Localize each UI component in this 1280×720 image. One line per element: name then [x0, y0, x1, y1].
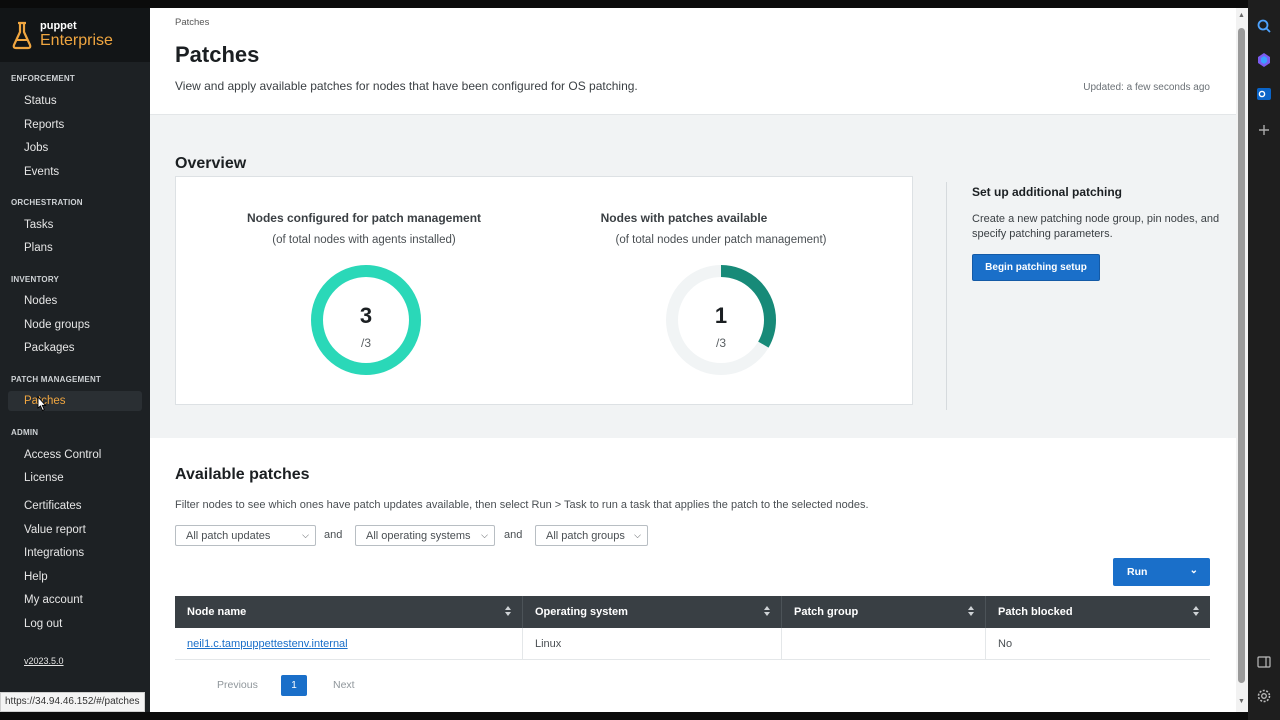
section-admin: ADMIN [11, 428, 39, 437]
column-patch-blocked-label: Patch blocked [998, 606, 1073, 618]
chevron-down-icon: ⌵ [481, 530, 488, 540]
sort-icon [968, 606, 974, 616]
column-node-name[interactable]: Node name [175, 596, 523, 628]
search-icon[interactable] [1256, 18, 1272, 34]
metric-configured-subtitle: (of total nodes with agents installed) [272, 234, 456, 246]
sort-icon [505, 606, 511, 616]
chevron-down-icon: ⌄ [1189, 565, 1198, 576]
version-link[interactable]: v2023.5.0 [24, 656, 64, 666]
section-patch-management: PATCH MANAGEMENT [11, 375, 102, 384]
table-header: Node name Operating system Patch group P… [175, 596, 1210, 628]
sidebar-toggle-icon[interactable] [1256, 654, 1272, 670]
updated-timestamp: Updated: a few seconds ago [1083, 82, 1210, 93]
breadcrumb[interactable]: Patches [175, 17, 209, 28]
sidebar-item-events[interactable]: Events [24, 166, 59, 178]
run-button[interactable]: Run ⌄ [1113, 558, 1210, 586]
copilot-icon[interactable] [1256, 52, 1272, 68]
settings-gear-icon[interactable] [1256, 688, 1272, 704]
table-row: neil1.c.tampuppettestenv.internal Linux … [175, 628, 1210, 660]
run-button-label: Run [1127, 566, 1148, 578]
metric-configured-value: 3 [359, 303, 373, 328]
column-operating-system[interactable]: Operating system [523, 596, 782, 628]
sidebar-item-license[interactable]: License [24, 472, 64, 484]
begin-patching-setup-button[interactable]: Begin patching setup [972, 254, 1100, 281]
brand-logo[interactable]: puppet Enterprise [0, 8, 150, 62]
sidebar-item-my-account[interactable]: My account [24, 594, 83, 606]
node-name-link[interactable]: neil1.c.tampuppettestenv.internal [175, 628, 523, 660]
sidebar-item-packages[interactable]: Packages [24, 342, 75, 354]
overview-divider [946, 182, 947, 410]
patch-blocked-cell: No [998, 638, 1013, 650]
outlook-icon[interactable] [1256, 86, 1272, 102]
sidebar-item-access-control[interactable]: Access Control [24, 449, 101, 461]
column-patch-blocked[interactable]: Patch blocked [986, 596, 1210, 628]
available-patches-title: Available patches [175, 466, 310, 483]
overview-card: Nodes configured for patch management (o… [175, 176, 913, 405]
sidebar-item-value-report[interactable]: Value report [24, 524, 86, 536]
flask-logo-icon [12, 21, 32, 50]
metric-available-total: /3 [715, 336, 726, 350]
sort-icon [1193, 606, 1199, 616]
next-page-button[interactable]: Next [333, 679, 355, 691]
sidebar-item-nodes[interactable]: Nodes [24, 295, 57, 307]
sidebar-item-tasks[interactable]: Tasks [24, 219, 53, 231]
status-bar-url: https://34.94.46.152/#/patches [0, 692, 145, 712]
patch-updates-select[interactable]: All patch updates ⌵ [175, 525, 316, 546]
page-description: View and apply available patches for nod… [175, 79, 638, 93]
previous-page-button[interactable]: Previous [217, 679, 258, 691]
chevron-down-icon: ⌵ [634, 530, 641, 540]
operating-systems-select-value: All operating systems [366, 529, 471, 542]
patch-updates-select-value: All patch updates [186, 529, 271, 542]
column-operating-system-label: Operating system [535, 606, 628, 618]
scroll-down-icon[interactable]: ▼ [1238, 698, 1245, 705]
browser-sidebar [1248, 0, 1280, 720]
sort-icon [764, 606, 770, 616]
operating-systems-select[interactable]: All operating systems ⌵ [355, 525, 495, 546]
patch-group-cell [782, 628, 986, 660]
section-inventory: INVENTORY [11, 275, 60, 284]
patch-groups-select-value: All patch groups [546, 529, 625, 542]
sidebar-item-integrations[interactable]: Integrations [24, 547, 84, 559]
overview-title: Overview [175, 155, 247, 172]
sidebar-item-plans[interactable]: Plans [24, 242, 53, 254]
mouse-cursor-icon [37, 396, 47, 412]
patch-groups-select[interactable]: All patch groups ⌵ [535, 525, 648, 546]
column-patch-group[interactable]: Patch group [782, 596, 986, 628]
page-1-button[interactable]: 1 [281, 675, 307, 696]
sidebar-item-status[interactable]: Status [24, 95, 57, 107]
main-scrollbar[interactable]: ▲ ▼ [1236, 8, 1248, 712]
sidebar: puppet Enterprise ENFORCEMENT Status Rep… [0, 8, 150, 712]
main-content: Patches Patches View and apply available… [150, 8, 1236, 712]
section-enforcement: ENFORCEMENT [11, 74, 75, 83]
metric-configured-total: /3 [360, 336, 371, 350]
scroll-thumb[interactable] [1238, 28, 1245, 683]
sidebar-item-help[interactable]: Help [24, 571, 48, 583]
add-icon[interactable] [1256, 122, 1272, 138]
sidebar-item-certificates[interactable]: Certificates [24, 500, 82, 512]
chevron-down-icon: ⌵ [302, 530, 309, 540]
column-patch-group-label: Patch group [794, 606, 859, 618]
sidebar-item-jobs[interactable]: Jobs [24, 142, 48, 154]
overview-section: Overview Nodes configured for patch mana… [150, 114, 1236, 438]
setup-description: Create a new patching node group, pin no… [972, 213, 1220, 240]
brand-small: puppet [40, 19, 77, 32]
metric-available-title: Nodes with patches available [600, 211, 768, 225]
sidebar-item-node-groups[interactable]: Node groups [24, 319, 90, 331]
and-label-2: and [504, 529, 523, 541]
and-label-1: and [324, 529, 343, 541]
metric-available-value: 1 [714, 303, 728, 328]
operating-system-cell: Linux [523, 628, 782, 660]
sidebar-item-log-out[interactable]: Log out [24, 618, 62, 630]
patches-table: Node name Operating system Patch group P… [175, 596, 1210, 660]
page-title: Patches [175, 42, 260, 67]
section-orchestration: ORCHESTRATION [11, 198, 83, 207]
column-node-name-label: Node name [187, 606, 247, 618]
scroll-up-icon[interactable]: ▲ [1238, 12, 1245, 19]
metric-available-subtitle: (of total nodes under patch management) [615, 234, 827, 246]
setup-title: Set up additional patching [972, 185, 1122, 199]
brand-big: Enterprise [40, 31, 113, 49]
available-patches-description: Filter nodes to see which ones have patc… [175, 499, 869, 511]
sidebar-item-reports[interactable]: Reports [24, 119, 64, 131]
metric-configured-title: Nodes configured for patch management [246, 211, 482, 225]
